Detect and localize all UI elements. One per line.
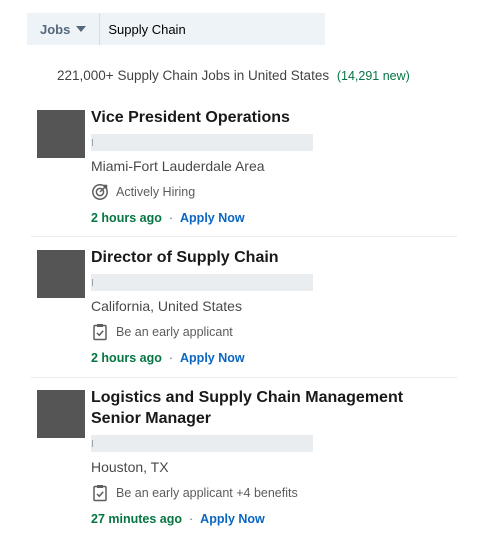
separator-dot: · — [168, 351, 174, 365]
job-location: Houston, TX — [91, 459, 169, 475]
company-logo[interactable] — [37, 110, 85, 158]
apply-now-link[interactable]: Apply Now — [180, 211, 245, 225]
target-icon — [92, 184, 108, 200]
posted-time: 2 hours ago — [91, 351, 162, 365]
results-description: Supply Chain Jobs in United States — [117, 68, 330, 83]
job-card[interactable]: Vice President Operations Miami-Fort Lau… — [31, 107, 457, 237]
job-insight-text: Actively Hiring — [116, 185, 196, 199]
job-insight: Be an early applicant — [91, 323, 457, 341]
posted-time: 27 minutes ago — [91, 512, 182, 526]
separator-dot: · — [189, 512, 194, 526]
company-logo[interactable] — [37, 250, 85, 298]
company-name-redacted — [91, 274, 313, 291]
clipboard-check-icon — [93, 324, 107, 341]
company-name-redacted — [91, 134, 313, 151]
job-card-body: Director of Supply Chain California, Uni… — [91, 247, 457, 366]
job-card-body: Logistics and Supply Chain Management Se… — [91, 387, 457, 527]
job-title[interactable]: Logistics and Supply Chain Management Se… — [91, 387, 457, 429]
job-insight: Actively Hiring — [91, 183, 457, 201]
job-insight-text: Be an early applicant +4 benefits — [116, 486, 298, 500]
search-bar: Jobs — [27, 13, 325, 45]
clipboard-check-icon — [93, 485, 107, 502]
new-results-count: (14,291 new) — [336, 69, 410, 83]
posted-time: 2 hours ago — [91, 211, 162, 225]
results-summary: 221,000+ Supply Chain Jobs in United Sta… — [57, 68, 410, 83]
company-logo[interactable] — [37, 390, 85, 438]
search-input[interactable] — [100, 13, 325, 45]
job-card[interactable]: Director of Supply Chain California, Uni… — [31, 247, 457, 378]
job-insight-text: Be an early applicant — [116, 325, 233, 339]
job-title[interactable]: Vice President Operations — [91, 107, 457, 128]
job-card[interactable]: Logistics and Supply Chain Management Se… — [37, 387, 457, 527]
job-meta: 27 minutes ago · Apply Now — [91, 511, 457, 527]
search-category-label: Jobs — [40, 21, 71, 37]
job-card-body: Vice President Operations Miami-Fort Lau… — [91, 107, 457, 226]
job-meta: 2 hours ago · Apply Now — [91, 210, 457, 226]
job-insight: Be an early applicant +4 benefits — [91, 484, 457, 502]
caret-down-icon — [76, 26, 87, 32]
apply-now-link[interactable]: Apply Now — [200, 512, 265, 526]
job-meta: 2 hours ago · Apply Now — [91, 350, 457, 366]
separator-dot: · — [168, 211, 174, 225]
apply-now-link[interactable]: Apply Now — [180, 351, 245, 365]
results-count: 221,000+ — [57, 68, 114, 83]
job-location: California, United States — [91, 298, 242, 314]
company-name-redacted — [91, 435, 313, 452]
job-title[interactable]: Director of Supply Chain — [91, 247, 457, 268]
job-location: Miami-Fort Lauderdale Area — [91, 158, 265, 174]
search-category-dropdown[interactable]: Jobs — [27, 13, 101, 45]
